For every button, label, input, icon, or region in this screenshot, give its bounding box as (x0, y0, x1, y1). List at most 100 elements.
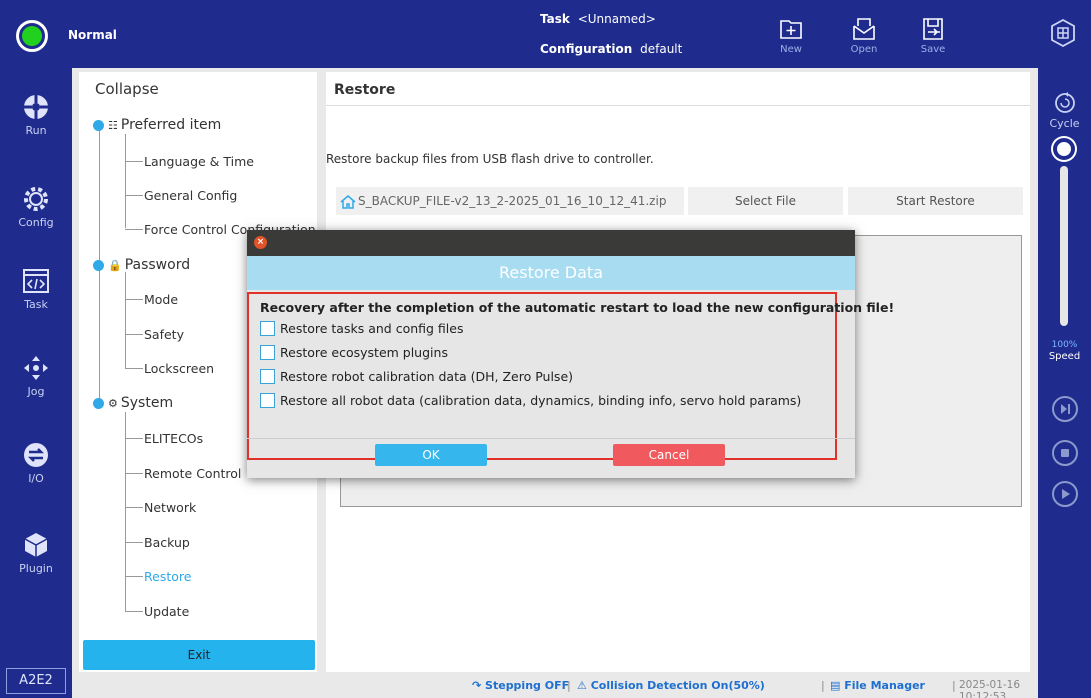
tree-group-label: Password (124, 257, 191, 273)
lock-icon: 🔒 (108, 259, 122, 272)
code-icon (23, 269, 49, 293)
file-manager-icon: ▤ (830, 679, 845, 692)
gear-icon (24, 187, 48, 211)
brand-logo-icon (1051, 18, 1075, 48)
open-label: Open (850, 44, 878, 55)
right-nav: Cycle 100% Speed (1038, 68, 1091, 698)
nav-config[interactable]: Config (0, 184, 72, 229)
option-restore-all[interactable]: Restore all robot data (calibration data… (260, 393, 801, 409)
nav-run-label: Run (25, 124, 47, 137)
save-label: Save (920, 44, 946, 55)
collapse-toggle-icon[interactable] (93, 259, 104, 271)
stepping-icon: ↷ (472, 679, 486, 692)
step-icon (1061, 404, 1070, 414)
io-arrows-icon (24, 443, 48, 467)
tree-item-language-time[interactable]: Language & Time (144, 154, 254, 169)
run-icon (24, 95, 48, 119)
collapse-toggle-icon[interactable] (93, 397, 104, 409)
file-path-field[interactable]: S_BACKUP_FILE-v2_13_2-2025_01_16_10_12_4… (336, 187, 684, 215)
cube-icon (24, 533, 48, 557)
separator: | (952, 679, 956, 692)
tree-item-elitecos[interactable]: ELITECOs (144, 431, 203, 446)
save-button[interactable]: Save (908, 10, 958, 62)
speed-slider-track[interactable] (1060, 166, 1068, 326)
dialog-titlebar: × (247, 230, 855, 256)
file-path-value: S_BACKUP_FILE-v2_13_2-2025_01_16_10_12_4… (358, 194, 667, 208)
separator: | (567, 679, 571, 692)
collapse-button[interactable]: Collapse (95, 80, 159, 98)
cycle-label: Cycle (1049, 117, 1080, 130)
nav-io[interactable]: I/O (0, 440, 72, 485)
nav-plugin[interactable]: Plugin (0, 530, 72, 575)
collapse-toggle-icon[interactable] (93, 119, 104, 131)
tree-item-network[interactable]: Network (144, 500, 196, 515)
cycle-icon (1054, 92, 1075, 113)
tree-item-safety[interactable]: Safety (144, 327, 184, 342)
stepping-status[interactable]: ↷ Stepping OFF (472, 679, 569, 692)
exit-button[interactable]: Exit (83, 640, 315, 670)
config-info: Configuration default (540, 42, 740, 56)
checkbox[interactable] (260, 321, 275, 336)
tree-item-general-config[interactable]: General Config (144, 188, 237, 203)
list-icon: ☷ (108, 119, 118, 132)
left-nav: Run Config Task Jog I/O Plugin A2E2 (0, 68, 72, 698)
tree-item-update[interactable]: Update (144, 604, 189, 619)
nav-config-label: Config (18, 216, 54, 229)
stepping-label: Stepping OFF (485, 679, 570, 692)
page-title: Restore (334, 82, 396, 98)
option-restore-tasks[interactable]: Restore tasks and config files (260, 321, 463, 337)
tree-group-preferred-item[interactable]: ☷ Preferred item (93, 117, 221, 133)
speed-slider-handle[interactable] (1053, 138, 1075, 160)
checkbox[interactable] (260, 345, 275, 360)
tree-item-lockscreen[interactable]: Lockscreen (144, 361, 214, 376)
task-label: Task (540, 12, 570, 26)
speed-percentage: 100% (1051, 340, 1078, 350)
close-icon[interactable]: × (254, 236, 267, 249)
task-value: <Unnamed> (577, 12, 656, 26)
checkbox[interactable] (260, 369, 275, 384)
file-manager-link[interactable]: ▤ File Manager (830, 679, 925, 692)
move-arrows-icon (24, 356, 48, 380)
robot-status: Normal (68, 28, 117, 42)
option-label: Restore tasks and config files (280, 321, 464, 336)
open-icon (853, 18, 875, 40)
tree-item-remote-control[interactable]: Remote Control (144, 466, 241, 481)
collision-status[interactable]: ⚠ Collision Detection On(50%) (577, 679, 765, 692)
cancel-button[interactable]: Cancel (613, 444, 725, 466)
gear-icon: ⚙ (108, 397, 118, 410)
top-bar: Normal Task <Unnamed> Configuration defa… (0, 0, 1091, 68)
nav-plugin-label: Plugin (19, 562, 53, 575)
start-restore-button[interactable]: Start Restore (848, 187, 1023, 215)
step-button[interactable] (1052, 396, 1078, 422)
open-button[interactable]: Open (839, 10, 889, 62)
new-button[interactable]: New (766, 10, 816, 62)
tree-item-mode[interactable]: Mode (144, 292, 178, 307)
nav-task-label: Task (24, 298, 48, 311)
tree-group-label: System (120, 395, 174, 411)
tree-group-password[interactable]: 🔒 Password (93, 257, 190, 273)
status-indicator-icon (16, 20, 48, 52)
tree-group-label: Preferred item (120, 117, 222, 133)
new-label: New (780, 44, 802, 55)
select-file-button[interactable]: Select File (688, 187, 843, 215)
home-icon (340, 194, 356, 209)
play-button[interactable] (1052, 481, 1078, 507)
restore-data-dialog: × Restore Data Recovery after the comple… (247, 230, 894, 478)
option-restore-calibration[interactable]: Restore robot calibration data (DH, Zero… (260, 369, 573, 385)
option-restore-plugins[interactable]: Restore ecosystem plugins (260, 345, 448, 361)
nav-io-label: I/O (28, 472, 44, 485)
nav-run[interactable]: Run (0, 92, 72, 137)
cycle-button[interactable]: Cycle (1038, 90, 1091, 130)
nav-task[interactable]: Task (0, 266, 72, 311)
dialog-message: Recovery after the completion of the aut… (260, 300, 895, 315)
checkbox[interactable] (260, 393, 275, 408)
speed-label: Speed (1048, 351, 1081, 362)
stop-button[interactable] (1052, 440, 1078, 466)
tree-group-system[interactable]: ⚙ System (93, 395, 173, 411)
option-label: Restore robot calibration data (DH, Zero… (280, 369, 574, 384)
ok-button[interactable]: OK (375, 444, 487, 466)
nav-jog-label: Jog (27, 385, 45, 398)
nav-jog[interactable]: Jog (0, 353, 72, 398)
tree-item-restore[interactable]: Restore (144, 569, 191, 584)
tree-item-backup[interactable]: Backup (144, 535, 190, 550)
